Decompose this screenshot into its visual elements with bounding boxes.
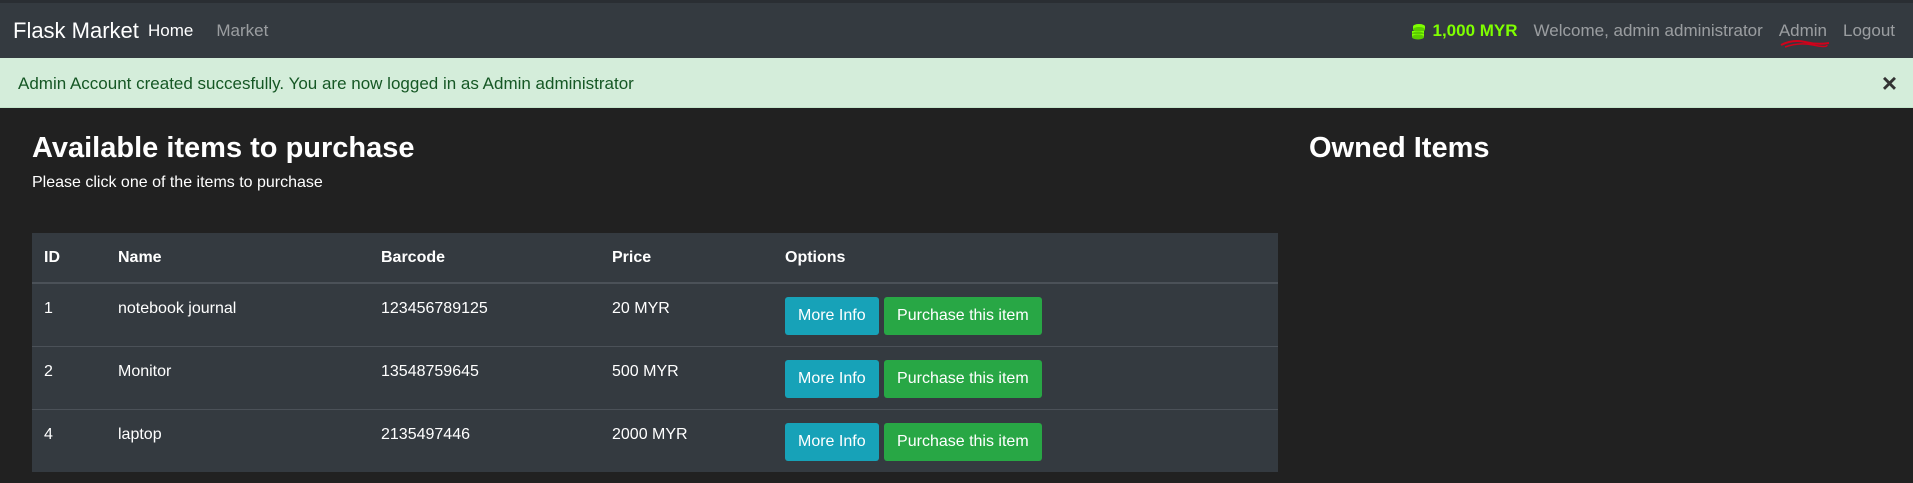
owned-title: Owned Items xyxy=(1309,132,1490,164)
cell-barcode: 13548759645 xyxy=(369,345,600,409)
cell-name: laptop xyxy=(106,408,369,472)
column-header-id: ID xyxy=(32,233,106,284)
cell-options: More Info Purchase this item xyxy=(773,345,1278,409)
cell-id: 4 xyxy=(32,408,106,472)
owned-section: Owned Items xyxy=(1309,108,1490,166)
purchase-button[interactable]: Purchase this item xyxy=(884,297,1042,335)
column-header-options: Options xyxy=(773,233,1278,284)
coins-icon xyxy=(1410,23,1428,40)
column-header-price: Price xyxy=(600,233,773,284)
welcome-text: Welcome, admin administrator xyxy=(1533,21,1763,40)
cell-barcode: 123456789125 xyxy=(369,282,600,346)
column-header-barcode: Barcode xyxy=(369,233,600,284)
more-info-button[interactable]: More Info xyxy=(785,297,879,335)
brand-logo[interactable]: Flask Market xyxy=(13,18,139,44)
purchase-button[interactable]: Purchase this item xyxy=(884,422,1042,461)
close-icon[interactable]: × xyxy=(1882,68,1897,98)
table-row: 1 notebook journal 123456789125 20 MYR M… xyxy=(32,282,1278,346)
market-section: Available items to purchase Please click… xyxy=(32,108,1278,193)
admin-link-label: Admin xyxy=(1778,21,1827,40)
column-header-name: Name xyxy=(106,233,369,284)
cell-barcode: 2135497446 xyxy=(369,408,600,472)
table-row: 4 laptop 2135497446 2000 MYR More Info P… xyxy=(32,408,1278,472)
table-header-row: ID Name Barcode Price Options xyxy=(32,233,1278,284)
navbar: Flask Market Home Market 1,000 MYR Welco… xyxy=(0,0,1913,58)
cell-id: 1 xyxy=(32,282,106,346)
nav-links: Home Market xyxy=(148,21,291,41)
success-alert: Admin Account created succesfully. You a… xyxy=(0,58,1913,108)
market-title: Available items to purchase xyxy=(32,132,415,164)
cell-options: More Info Purchase this item xyxy=(773,408,1278,472)
nav-link-market[interactable]: Market xyxy=(216,21,268,41)
market-subtitle: Please click one of the items to purchas… xyxy=(32,174,323,191)
scribble-annotation xyxy=(1780,40,1829,48)
cell-id: 2 xyxy=(32,345,106,409)
purchase-button[interactable]: Purchase this item xyxy=(884,359,1042,398)
cell-options: More Info Purchase this item xyxy=(773,282,1278,346)
cell-price: 2000 MYR xyxy=(600,408,773,472)
nav-right: 1,000 MYR Welcome, admin administrator A… xyxy=(1410,21,1895,48)
cell-price: 20 MYR xyxy=(600,282,773,346)
cell-name: notebook journal xyxy=(106,282,369,346)
more-info-button[interactable]: More Info xyxy=(785,422,879,461)
admin-link[interactable]: Admin xyxy=(1778,21,1829,48)
user-budget: 1,000 MYR xyxy=(1410,21,1518,41)
alert-message: Admin Account created succesfully. You a… xyxy=(18,74,634,93)
more-info-button[interactable]: More Info xyxy=(785,359,879,398)
cell-price: 500 MYR xyxy=(600,345,773,409)
items-table: ID Name Barcode Price Options 1 notebook… xyxy=(32,233,1278,472)
logout-link[interactable]: Logout xyxy=(1843,21,1895,41)
table-row: 2 Monitor 13548759645 500 MYR More Info … xyxy=(32,345,1278,409)
cell-name: Monitor xyxy=(106,345,369,409)
nav-link-home[interactable]: Home xyxy=(148,21,193,41)
budget-amount: 1,000 MYR xyxy=(1432,21,1518,40)
